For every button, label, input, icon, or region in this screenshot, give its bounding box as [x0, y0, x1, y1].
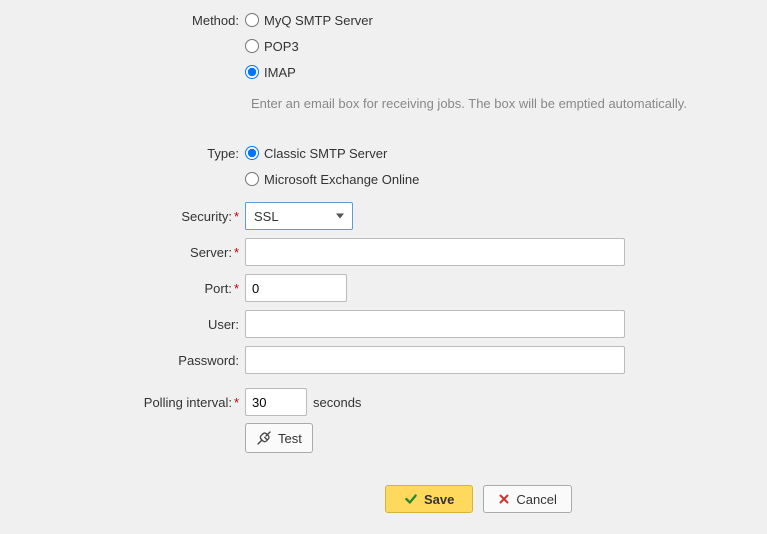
type-exchange-radio-input[interactable] [245, 172, 259, 186]
type-classic-radio-input[interactable] [245, 146, 259, 160]
user-row: User: [0, 307, 767, 341]
method-imap-label: IMAP [264, 65, 296, 80]
method-hint: Enter an email box for receiving jobs. T… [245, 86, 767, 141]
method-myq-label: MyQ SMTP Server [264, 13, 373, 28]
close-icon [498, 493, 510, 505]
required-marker: * [234, 395, 239, 410]
type-row-exchange: Microsoft Exchange Online [0, 167, 767, 191]
polling-label: Polling interval:* [0, 395, 245, 410]
security-select-value: SSL [254, 209, 279, 224]
email-settings-form: Method: MyQ SMTP Server POP3 IMAP Enter … [0, 0, 767, 513]
test-row: Test [0, 421, 767, 455]
method-row-imap: IMAP [0, 60, 767, 84]
password-input[interactable] [245, 346, 625, 374]
method-label: Method: [0, 13, 245, 28]
port-row: Port:* [0, 271, 767, 305]
type-classic-label: Classic SMTP Server [264, 146, 387, 161]
port-label: Port:* [0, 281, 245, 296]
chevron-down-icon [336, 214, 344, 219]
type-exchange-radio[interactable]: Microsoft Exchange Online [245, 168, 419, 190]
method-myq-radio[interactable]: MyQ SMTP Server [245, 9, 373, 31]
check-icon [404, 492, 418, 506]
test-button[interactable]: Test [245, 423, 313, 453]
plug-icon [256, 430, 272, 446]
method-row: Method: MyQ SMTP Server [0, 8, 767, 32]
form-actions: Save Cancel [385, 485, 767, 513]
required-marker: * [234, 281, 239, 296]
method-pop3-radio[interactable]: POP3 [245, 35, 299, 57]
method-pop3-label: POP3 [264, 39, 299, 54]
cancel-button[interactable]: Cancel [483, 485, 571, 513]
server-input[interactable] [245, 238, 625, 266]
user-label: User: [0, 317, 245, 332]
save-button[interactable]: Save [385, 485, 473, 513]
password-row: Password: [0, 343, 767, 377]
type-label: Type: [0, 146, 245, 161]
cancel-button-label: Cancel [516, 492, 556, 507]
port-input[interactable] [245, 274, 347, 302]
type-exchange-label: Microsoft Exchange Online [264, 172, 419, 187]
method-myq-radio-input[interactable] [245, 13, 259, 27]
polling-row: Polling interval:* seconds [0, 385, 767, 419]
server-label: Server:* [0, 245, 245, 260]
server-row: Server:* [0, 235, 767, 269]
method-row-pop3: POP3 [0, 34, 767, 58]
test-button-label: Test [278, 431, 302, 446]
user-input[interactable] [245, 310, 625, 338]
method-imap-radio[interactable]: IMAP [245, 61, 296, 83]
save-button-label: Save [424, 492, 454, 507]
security-row: Security:* SSL [0, 199, 767, 233]
required-marker: * [234, 209, 239, 224]
method-pop3-radio-input[interactable] [245, 39, 259, 53]
method-imap-radio-input[interactable] [245, 65, 259, 79]
security-label: Security:* [0, 209, 245, 224]
polling-unit: seconds [313, 395, 361, 410]
password-label: Password: [0, 353, 245, 368]
type-row: Type: Classic SMTP Server [0, 141, 767, 165]
security-select[interactable]: SSL [245, 202, 353, 230]
required-marker: * [234, 245, 239, 260]
type-classic-radio[interactable]: Classic SMTP Server [245, 142, 387, 164]
polling-input[interactable] [245, 388, 307, 416]
